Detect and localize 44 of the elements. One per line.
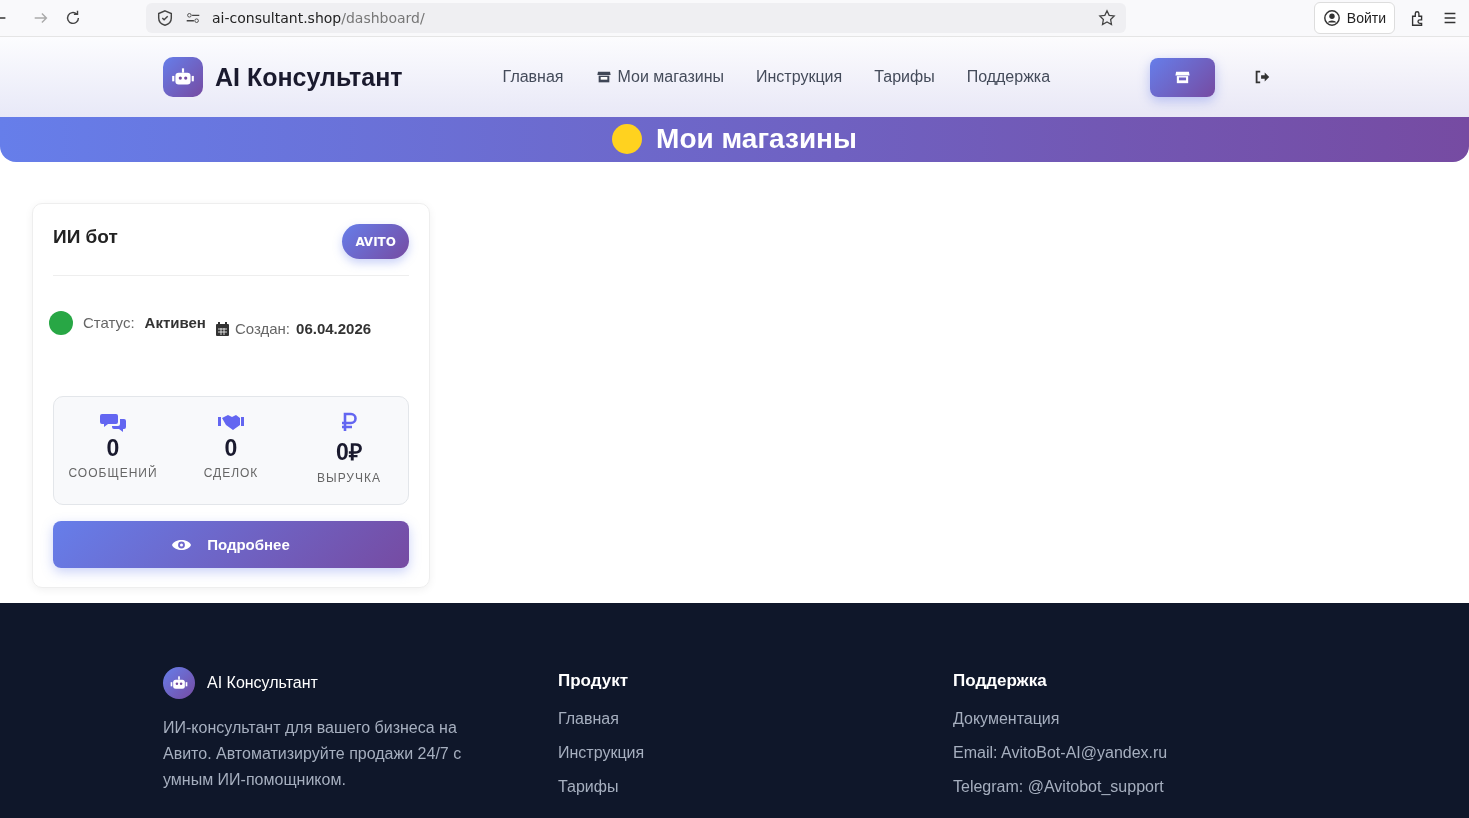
store-name: ИИ бот: [53, 226, 118, 248]
footer-link[interactable]: Telegram: @Avitobot_support: [953, 777, 1253, 797]
footer-description: ИИ-консультант для вашего бизнеса на Авито. Автоматизируйте продажи 24/7 с умным ИИ-помощником.: [163, 718, 463, 790]
calendar-icon: [215, 322, 229, 336]
stat-label: СДЕЛОК: [203, 466, 259, 480]
footer-link[interactable]: Тарифы: [558, 777, 953, 797]
nav-link[interactable]: Главная: [502, 68, 564, 86]
nav-link[interactable]: Мои магазины: [595, 68, 724, 86]
stat-value: 0: [224, 435, 238, 462]
status-label: Статус:: [83, 314, 135, 331]
footer-heading: Продукт: [558, 671, 630, 691]
star-icon[interactable]: [1098, 9, 1116, 27]
platform-badge: AVITO: [342, 224, 409, 259]
footer-brand: AI Консультант: [207, 674, 318, 692]
stat-value: 0: [106, 435, 120, 462]
nav-link[interactable]: Поддержка: [966, 68, 1051, 86]
account-icon: [1322, 9, 1341, 27]
brand-name[interactable]: AI Консультант: [215, 62, 403, 92]
footer-link[interactable]: Главная: [558, 709, 953, 729]
login-button[interactable]: Войти: [1313, 2, 1395, 34]
footer-link[interactable]: Документация: [953, 709, 1253, 729]
reload-icon[interactable]: [64, 9, 82, 27]
stat-label: ВЫРУЧКА: [317, 471, 381, 485]
stat-label: СООБЩЕНИЙ: [68, 466, 158, 480]
footer-heading: Поддержка: [953, 671, 1048, 691]
chat-icon: [100, 411, 126, 433]
store-button[interactable]: [1150, 57, 1216, 97]
nav-link[interactable]: Инструкция: [756, 68, 843, 86]
status-value: Активен: [144, 314, 206, 331]
logo-badge[interactable]: [163, 57, 203, 97]
created-label: Создан:: [234, 320, 291, 337]
created-date: 06.04.2026: [296, 320, 372, 337]
stat-value: 0₽: [336, 438, 362, 467]
store-icon: [595, 69, 612, 85]
url-text: ai-consultant.shop/dashboard/: [212, 10, 425, 26]
footer-link[interactable]: Инструкция: [558, 743, 953, 763]
address-bar[interactable]: ai-consultant.shop/dashboard/: [146, 3, 1126, 33]
details-button[interactable]: Подробнее: [53, 521, 409, 568]
nav-link[interactable]: Тарифы: [874, 68, 935, 86]
footer-link[interactable]: Email: AvitoBot-AI@yandex.ru: [953, 743, 1253, 763]
logout-icon[interactable]: [1253, 68, 1272, 86]
eye-icon: [172, 537, 192, 552]
shield-icon: [156, 9, 174, 27]
page-title: Мои магазины: [656, 123, 857, 155]
